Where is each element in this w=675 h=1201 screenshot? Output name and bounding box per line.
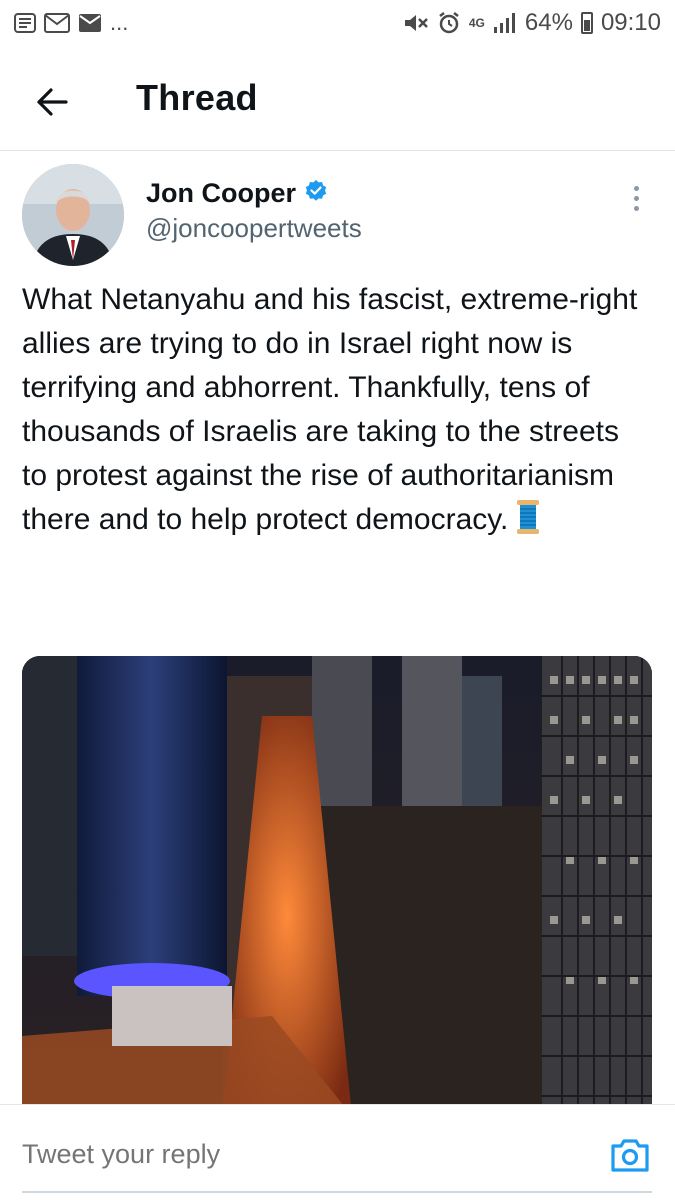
notification-icon	[14, 13, 36, 33]
message-icon	[78, 13, 102, 33]
reply-bar	[0, 1104, 675, 1201]
gmail-icon	[44, 13, 70, 33]
author-name[interactable]: Jon Cooper	[146, 178, 296, 209]
camera-icon	[611, 1139, 649, 1172]
clock: 09:10	[600, 9, 661, 36]
reply-input[interactable]	[22, 1139, 562, 1170]
verified-badge-icon	[304, 179, 328, 208]
network-type-label: 4G	[468, 16, 485, 30]
status-right-icons: 4G 64% 09:10	[403, 9, 661, 37]
tweet-text: What Netanyahu and his fascist, extreme-…	[22, 278, 642, 548]
more-dot-icon	[633, 195, 639, 201]
spool-of-thread-emoji-icon	[516, 499, 540, 548]
battery-icon	[580, 12, 593, 34]
page-title: Thread	[136, 77, 258, 118]
thread-header: Thread	[0, 48, 675, 151]
tweet-media-image[interactable]	[22, 656, 652, 1116]
mute-icon	[403, 11, 429, 35]
status-bar: ... 4G 64% 09:10	[0, 0, 675, 48]
battery-percent: 64%	[524, 9, 573, 36]
back-button[interactable]	[28, 78, 76, 126]
tweet-body: What Netanyahu and his fascist, extreme-…	[22, 283, 638, 536]
alarm-icon	[437, 11, 461, 35]
camera-button[interactable]	[610, 1137, 650, 1173]
more-notifications-text: ...	[110, 10, 129, 35]
more-options-button[interactable]	[624, 178, 648, 218]
avatar[interactable]	[22, 164, 124, 266]
status-left-icons: ...	[14, 10, 128, 36]
more-dot-icon	[633, 205, 639, 211]
author-handle[interactable]: @joncoopertweets	[146, 213, 362, 244]
reply-divider	[22, 1191, 652, 1193]
more-dot-icon	[633, 185, 639, 191]
signal-icon	[493, 12, 517, 34]
arrow-left-icon	[37, 88, 68, 116]
author-name-row: Jon Cooper	[146, 178, 328, 209]
